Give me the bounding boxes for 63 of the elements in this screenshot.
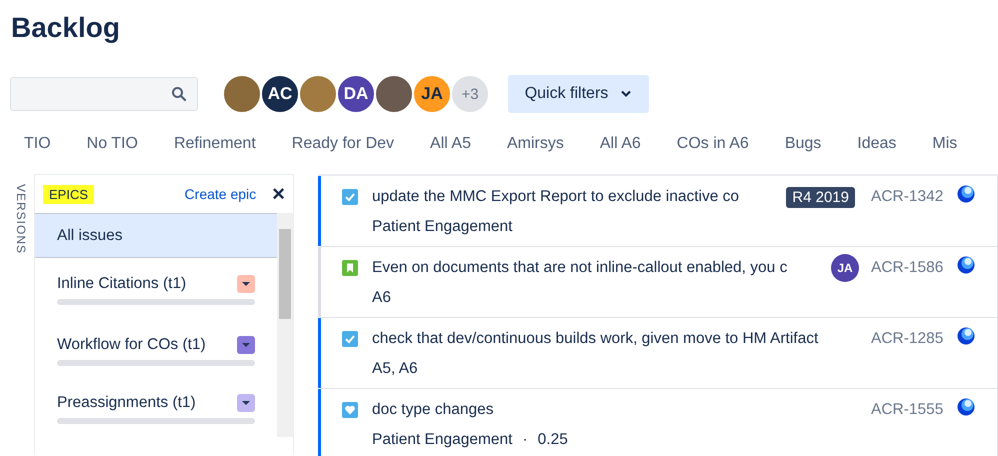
epic-item[interactable]: Preassignments (t1) [35,379,277,437]
epic-color-dropdown-icon[interactable] [237,394,255,412]
issue-key[interactable]: ACR-1285 [871,330,947,348]
quick-filters-button[interactable]: Quick filters [508,75,649,113]
user-avatar[interactable]: DA [336,74,376,114]
filter-tab[interactable]: Amirsys [506,135,564,157]
epic-color-dropdown-icon[interactable] [237,275,255,293]
checkbox-icon [342,331,358,347]
issue-row[interactable]: Even on documents that are not inline-callout enabled, you c JA ACR-1586 A6 [318,247,998,318]
checkbox-icon [342,189,358,205]
epic-label: A6 [372,289,391,307]
filter-tab[interactable]: No TIO [86,135,138,157]
close-button[interactable]: × [272,183,285,205]
user-avatar[interactable]: AC [260,74,300,114]
circle-icon [957,327,975,345]
filter-tab[interactable]: Ready for Dev [292,135,394,157]
filter-tab[interactable]: Bugs [784,135,822,157]
filter-tab[interactable]: Refinement [174,135,256,157]
epic-color-dropdown-icon[interactable] [237,336,255,354]
user-avatar[interactable]: JA [412,74,452,114]
circle-icon [957,398,975,416]
filter-tab[interactable]: All A5 [430,135,471,157]
filter-tab[interactable]: TIO [24,135,51,157]
issue-row[interactable]: check that dev/continuous builds work, given move to HM Artifact ACR-1285 A5, A6 [318,318,998,389]
assignee-avatar: JA [831,254,859,282]
issue-summary: update the MMC Export Report to exclude inactive co [372,188,740,206]
issue-summary: Even on documents that are not inline-callout enabled, you c [372,259,788,277]
version-label: R4 2019 [786,186,855,208]
issue-row[interactable]: doc type changes ACR-1555 Patient Engagement · 0.25 [318,389,998,456]
filter-tab[interactable]: All A6 [600,135,641,157]
filter-tab[interactable]: Mis [932,135,958,157]
filter-tab[interactable]: COs in A6 [676,135,749,157]
page-title: Backlog [10,11,121,45]
more-avatars[interactable]: +3 [450,74,490,114]
epic-item[interactable]: Inline Citations (t1) [35,258,277,321]
estimate: 0.25 [538,431,568,449]
epic-name: Inline Citations (t1) [57,275,186,293]
circle-icon [957,185,975,203]
epic-label: A5, A6 [372,360,418,378]
issue-summary: check that dev/continuous builds work, given move to HM Artifact [372,330,820,348]
epic-name: Preassignments (t1) [57,394,196,412]
versions-tab[interactable]: VERSIONS [10,184,28,254]
epic-name: Workflow for COs (t1) [57,336,206,354]
epics-heading: EPICS [43,184,94,204]
scrollbar[interactable] [277,213,293,437]
issue-summary: doc type changes [372,401,495,419]
create-epic-link[interactable]: Create epic [184,186,256,202]
issue-key[interactable]: ACR-1342 [871,188,947,206]
circle-icon [957,256,975,274]
chevron-down-icon [620,90,632,98]
filter-tab[interactable]: Ideas [857,135,896,157]
bookmark-icon [342,260,358,276]
search-field[interactable] [10,77,198,111]
issue-row[interactable]: update the MMC Export Report to exclude inactive co R4 2019 ACR-1342 Patient Engagement [318,176,998,247]
epic-label: Patient Engagement [372,431,512,449]
epic-label: Patient Engagement [372,218,512,236]
epic-item[interactable]: All issues [35,213,277,258]
separator-dot: · [522,431,528,449]
epic-item[interactable]: Workflow for COs (t1) [35,321,277,379]
issue-key[interactable]: ACR-1586 [871,259,947,277]
scrollbar-thumb[interactable] [279,229,291,319]
issue-key[interactable]: ACR-1555 [871,401,947,419]
search-icon [171,86,187,102]
